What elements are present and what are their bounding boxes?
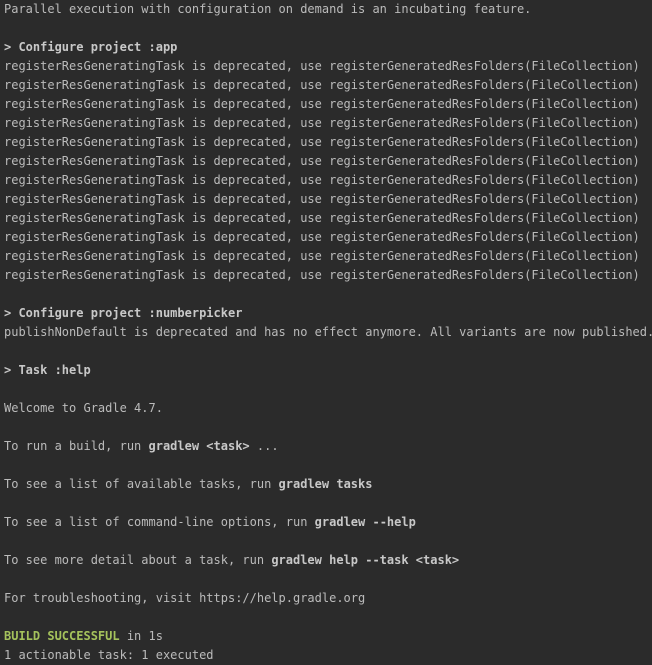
deprecation-warning: registerResGeneratingTask is deprecated,…	[4, 116, 640, 130]
deprecation-warning: registerResGeneratingTask is deprecated,…	[4, 230, 640, 244]
hint-text: To see a list of available tasks, run	[4, 477, 279, 491]
hint-command: gradlew --help	[314, 515, 416, 529]
hint-text: To see a list of command-line options, r…	[4, 515, 315, 529]
deprecation-warning: registerResGeneratingTask is deprecated,…	[4, 59, 640, 73]
incubating-feature-notice: Parallel execution with configuration on…	[4, 2, 532, 16]
build-duration: in 1s	[119, 629, 163, 643]
deprecation-warning: registerResGeneratingTask is deprecated,…	[4, 173, 640, 187]
terminal-output[interactable]: Parallel execution with configuration on…	[0, 0, 652, 665]
deprecation-warning: registerResGeneratingTask is deprecated,…	[4, 78, 640, 92]
deprecation-warning: registerResGeneratingTask is deprecated,…	[4, 154, 640, 168]
hint-command: gradlew <task>	[148, 439, 250, 453]
deprecation-warning: registerResGeneratingTask is deprecated,…	[4, 268, 640, 282]
deprecation-warning: registerResGeneratingTask is deprecated,…	[4, 97, 640, 111]
run-build-hint: To run a build, run gradlew <task> ...	[4, 437, 652, 456]
deprecation-warning: registerResGeneratingTask is deprecated,…	[4, 249, 640, 263]
publish-deprecation-warning: publishNonDefault is deprecated and has …	[4, 325, 652, 339]
hint-suffix: ...	[249, 439, 279, 453]
configure-numberpicker-header: > Configure project :numberpicker	[4, 306, 243, 320]
build-result: BUILD SUCCESSFUL in 1s	[4, 627, 652, 646]
deprecation-warning: registerResGeneratingTask is deprecated,…	[4, 211, 640, 225]
build-status: BUILD SUCCESSFUL	[4, 629, 120, 643]
configure-app-header: > Configure project :app	[4, 40, 178, 54]
build-summary: 1 actionable task: 1 executed	[4, 648, 214, 662]
task-detail-hint: To see more detail about a task, run gra…	[4, 551, 652, 570]
hint-command: gradlew tasks	[278, 477, 373, 491]
list-tasks-hint: To see a list of available tasks, run gr…	[4, 475, 652, 494]
welcome-message: Welcome to Gradle 4.7.	[4, 401, 163, 415]
hint-text: To see more detail about a task, run	[4, 553, 272, 567]
deprecation-warning: registerResGeneratingTask is deprecated,…	[4, 135, 640, 149]
deprecation-warning: registerResGeneratingTask is deprecated,…	[4, 192, 640, 206]
troubleshooting-hint: For troubleshooting, visit https://help.…	[4, 591, 366, 605]
hint-text: To run a build, run	[4, 439, 149, 453]
cli-options-hint: To see a list of command-line options, r…	[4, 513, 652, 532]
hint-command: gradlew help --task <task>	[271, 553, 460, 567]
task-help-header: > Task :help	[4, 363, 91, 377]
